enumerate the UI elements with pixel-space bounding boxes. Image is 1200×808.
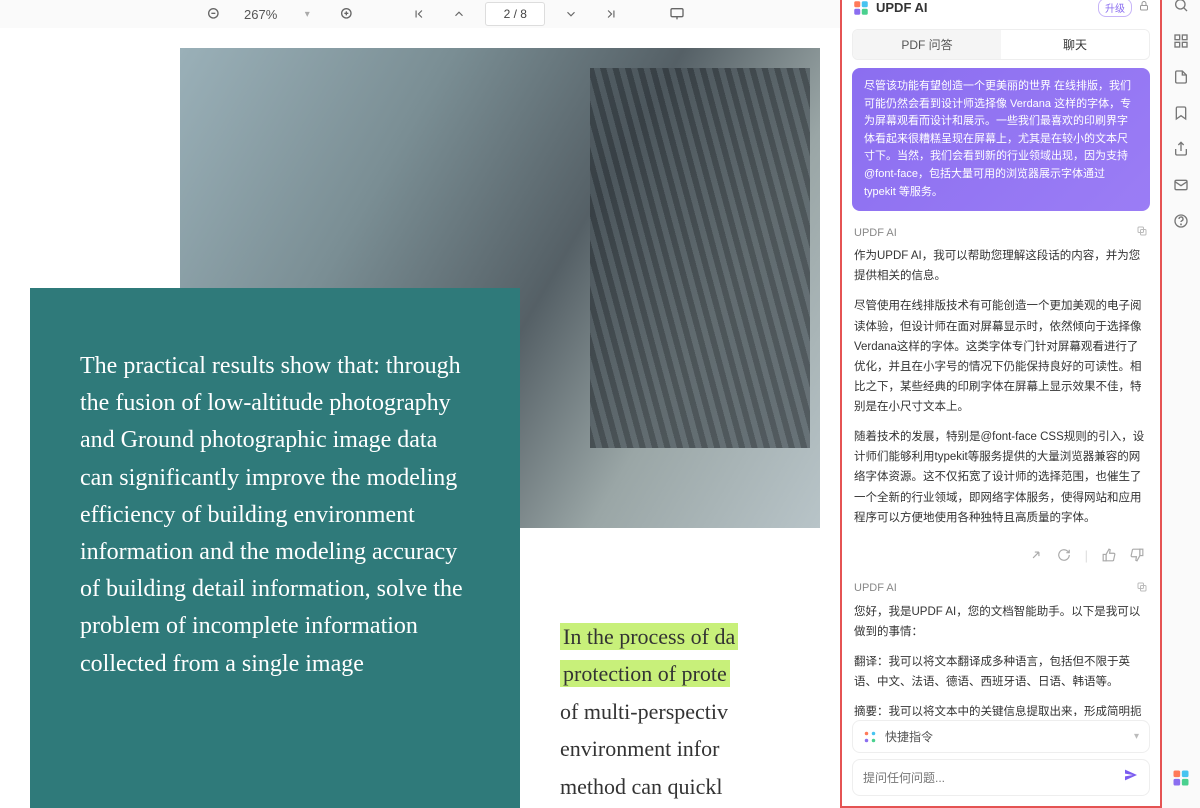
search-icon[interactable] xyxy=(1170,0,1192,16)
updf-logo-icon xyxy=(852,0,870,17)
highlighted-text: protection of prote xyxy=(560,660,730,687)
quick-command-label: 快捷指令 xyxy=(885,728,933,745)
thumbs-up-icon[interactable] xyxy=(1102,548,1116,565)
share-icon[interactable] xyxy=(1170,138,1192,160)
last-page-icon[interactable] xyxy=(597,0,625,28)
ai-text: 您好，我是UPDF AI，您的文档智能助手。以下是我可以做到的事情： xyxy=(854,602,1148,642)
send-icon[interactable] xyxy=(1123,767,1139,788)
document-right-column: In the process of da protection of prote… xyxy=(560,618,840,805)
chat-input[interactable] xyxy=(863,771,1123,785)
teal-callout-box: The practical results show that: through… xyxy=(30,288,520,808)
right-side-rail xyxy=(1162,0,1200,808)
thumbnails-icon[interactable] xyxy=(1170,30,1192,52)
message-actions: | xyxy=(852,544,1150,569)
mail-icon[interactable] xyxy=(1170,174,1192,196)
help-icon[interactable] xyxy=(1170,210,1192,232)
quick-command-icon xyxy=(863,730,877,744)
zoom-out-icon[interactable] xyxy=(200,0,228,28)
document-viewport[interactable]: The practical results show that: through… xyxy=(0,28,840,808)
ai-conversation[interactable]: 尽管该功能有望创造一个更美丽的世界 在线排版，我们可能仍然会看到设计师选择像 V… xyxy=(842,68,1160,716)
body-text: environment infor xyxy=(560,730,840,767)
lock-icon[interactable] xyxy=(1138,0,1150,15)
tab-pdf-qa[interactable]: PDF 问答 xyxy=(853,30,1001,59)
body-text: method can quickl xyxy=(560,768,840,805)
upgrade-badge[interactable]: 升级 xyxy=(1098,0,1132,17)
ai-panel: UPDF AI 升级 PDF 问答 聊天 尽管该功能有望创造一个更美丽的世界 在… xyxy=(840,0,1162,808)
user-message: 尽管该功能有望创造一个更美丽的世界 在线排版，我们可能仍然会看到设计师选择像 V… xyxy=(852,68,1150,211)
next-page-icon[interactable] xyxy=(557,0,585,28)
ai-sender-label: UPDF AI xyxy=(854,582,897,594)
highlighted-text: In the process of da xyxy=(560,623,738,650)
main-area: The practical results show that: through… xyxy=(0,28,1200,808)
chevron-down-icon: ▾ xyxy=(1134,731,1139,742)
page-number-input[interactable] xyxy=(485,2,545,26)
teal-paragraph: The practical results show that: through… xyxy=(80,348,475,683)
copy-icon[interactable] xyxy=(1136,581,1148,596)
ai-text: 摘要：我可以将文本中的关键信息提取出来，形成简明扼要的摘要，方便您快速了解文本内… xyxy=(854,702,1148,716)
presentation-icon[interactable] xyxy=(663,0,691,28)
prev-page-icon[interactable] xyxy=(445,0,473,28)
ai-text: 尽管使用在线排版技术有可能创造一个更加美观的电子阅读体验，但设计师在面对屏幕显示… xyxy=(854,296,1148,417)
ai-message: UPDF AI 作为UPDF AI，我可以帮助您理解这段话的内容，并为您提供相关… xyxy=(852,221,1150,569)
zoom-percent[interactable]: 267% xyxy=(240,7,281,22)
ai-sender-label: UPDF AI xyxy=(854,227,897,239)
page-icon[interactable] xyxy=(1170,66,1192,88)
chat-input-row xyxy=(852,759,1150,796)
body-text: of multi-perspectiv xyxy=(560,693,840,730)
first-page-icon[interactable] xyxy=(405,0,433,28)
tab-chat[interactable]: 聊天 xyxy=(1001,30,1149,59)
copy-icon[interactable] xyxy=(1136,225,1148,240)
regenerate-icon[interactable] xyxy=(1057,548,1071,565)
ai-rail-icon[interactable] xyxy=(1171,768,1191,788)
zoom-in-icon[interactable] xyxy=(333,0,361,28)
share-icon[interactable] xyxy=(1029,548,1043,565)
zoom-dropdown-icon[interactable]: ▾ xyxy=(293,0,321,28)
ai-text: 随着技术的发展，特别是@font-face CSS规则的引入，设计师们能够利用t… xyxy=(854,427,1148,528)
ai-text: 作为UPDF AI，我可以帮助您理解这段话的内容，并为您提供相关的信息。 xyxy=(854,246,1148,286)
ai-tabs: PDF 问答 聊天 xyxy=(852,29,1150,60)
thumbs-down-icon[interactable] xyxy=(1130,548,1144,565)
ai-panel-title: UPDF AI xyxy=(876,0,1092,15)
bookmark-icon[interactable] xyxy=(1170,102,1192,124)
ai-text: 翻译：我可以将文本翻译成多种语言，包括但不限于英语、中文、法语、德语、西班牙语、… xyxy=(854,652,1148,692)
ai-message: UPDF AI 您好，我是UPDF AI，您的文档智能助手。以下是我可以做到的事… xyxy=(852,577,1150,716)
ai-panel-header: UPDF AI 升级 xyxy=(842,0,1160,25)
quick-command-button[interactable]: 快捷指令 ▾ xyxy=(852,720,1150,753)
